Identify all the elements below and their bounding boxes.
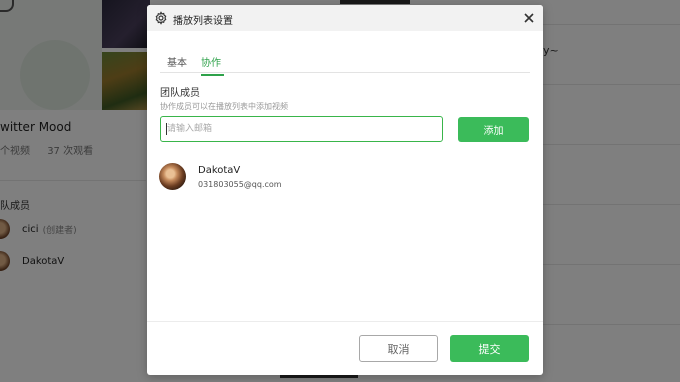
section-title: 团队成员 (160, 88, 200, 99)
avatar (159, 163, 186, 190)
member-email: 031803055@qq.com (198, 179, 282, 189)
close-icon[interactable] (523, 12, 535, 24)
email-input[interactable] (160, 116, 443, 142)
text-caret (166, 123, 167, 135)
tab-basic[interactable]: 基本 (167, 54, 187, 74)
dialog-header: 播放列表设置 (147, 5, 543, 31)
cancel-button[interactable]: 取消 (359, 335, 438, 362)
member-name: DakotaV (198, 164, 241, 176)
section-hint: 协作成员可以在播放列表中添加视频 (160, 102, 288, 111)
member-info: DakotaV 031803055@qq.com (198, 165, 282, 189)
gear-icon (155, 11, 167, 25)
member-row: DakotaV 031803055@qq.com (159, 163, 282, 190)
footer-divider (147, 321, 543, 322)
tab-collaboration[interactable]: 协作 (201, 54, 224, 76)
add-member-button[interactable]: 添加 (458, 117, 529, 142)
playlist-settings-dialog: 播放列表设置 基本 协作 团队成员 协作成员可以在播放列表中添加视频 添加 Da… (147, 5, 543, 375)
tab-bar: 基本 协作 (160, 50, 530, 76)
dialog-title: 播放列表设置 (173, 16, 233, 27)
submit-button[interactable]: 提交 (450, 335, 529, 362)
